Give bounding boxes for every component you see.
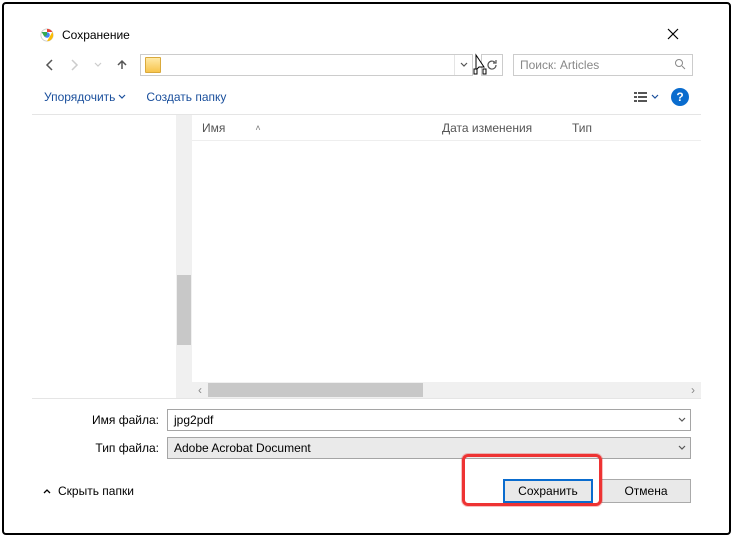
column-type[interactable]: Тип — [562, 121, 701, 135]
hide-folders-toggle[interactable]: Скрыть папки — [42, 484, 134, 498]
filetype-value: Adobe Acrobat Document — [174, 441, 311, 455]
recent-dropdown[interactable] — [88, 55, 108, 75]
file-list-pane: Имя ˄ Дата изменения Тип ‹ › — [192, 115, 701, 398]
filetype-select[interactable]: Adobe Acrobat Document — [167, 437, 691, 459]
forward-button[interactable] — [64, 55, 84, 75]
search-input[interactable]: Поиск: Articles — [513, 54, 693, 76]
back-button[interactable] — [40, 55, 60, 75]
search-placeholder: Поиск: Articles — [520, 58, 674, 72]
nav-row: Поиск: Articles — [32, 50, 701, 80]
folder-tree-pane[interactable] — [32, 115, 192, 398]
sort-indicator-icon: ˄ — [255, 123, 260, 133]
chevron-down-icon — [651, 93, 659, 101]
scroll-right-icon[interactable]: › — [685, 383, 701, 397]
chevron-down-icon[interactable] — [678, 413, 686, 427]
refresh-button[interactable] — [481, 54, 503, 76]
address-dropdown-icon[interactable] — [454, 55, 472, 75]
horizontal-scrollbar[interactable]: ‹ › — [192, 382, 701, 398]
dialog-title: Сохранение — [62, 28, 653, 42]
view-icon — [633, 90, 649, 104]
address-bar[interactable] — [140, 54, 473, 76]
chevron-down-icon[interactable] — [678, 441, 686, 455]
cancel-button[interactable]: Отмена — [601, 479, 691, 503]
chrome-icon — [40, 28, 54, 42]
tree-scrollbar[interactable] — [176, 115, 192, 398]
scrollbar-thumb[interactable] — [208, 383, 423, 397]
new-folder-button[interactable]: Создать папку — [146, 90, 226, 104]
close-button[interactable] — [653, 27, 693, 43]
up-button[interactable] — [112, 55, 132, 75]
folder-icon — [145, 57, 161, 73]
view-options-button[interactable] — [633, 90, 659, 104]
column-date[interactable]: Дата изменения — [432, 121, 562, 135]
save-dialog: Сохранение Поиск: Articles Упорядочить С… — [32, 20, 701, 517]
chevron-down-icon — [118, 93, 126, 101]
scrollbar-thumb[interactable] — [177, 275, 191, 345]
filename-value: jpg2pdf — [174, 413, 213, 427]
filename-label: Имя файла: — [42, 413, 167, 427]
column-name[interactable]: Имя ˄ — [192, 121, 432, 135]
save-button[interactable]: Сохранить — [503, 479, 593, 503]
scroll-left-icon[interactable]: ‹ — [192, 383, 208, 397]
titlebar: Сохранение — [32, 20, 701, 50]
toolbar: Упорядочить Создать папку ? — [32, 80, 701, 114]
filename-input[interactable]: jpg2pdf — [167, 409, 691, 431]
column-headers: Имя ˄ Дата изменения Тип — [192, 115, 701, 141]
help-button[interactable]: ? — [671, 88, 689, 106]
save-form: Имя файла: jpg2pdf Тип файла: Adobe Acro… — [32, 399, 701, 471]
dialog-footer: Скрыть папки Сохранить Отмена — [32, 471, 701, 517]
file-list[interactable] — [192, 141, 701, 382]
search-icon — [674, 58, 686, 73]
filetype-label: Тип файла: — [42, 441, 167, 455]
chevron-up-icon — [42, 486, 52, 496]
organize-menu[interactable]: Упорядочить — [44, 90, 126, 104]
